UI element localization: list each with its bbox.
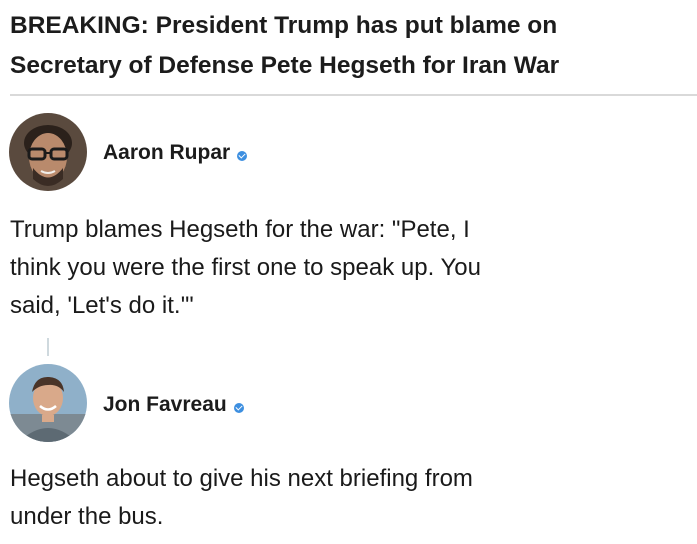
post-text: Hegseth about to give his next briefing …: [10, 460, 473, 536]
headline: BREAKING: President Trump has put blame …: [10, 6, 690, 86]
avatar-jon-favreau[interactable]: [9, 364, 87, 442]
avatar-aaron-rupar[interactable]: [9, 113, 87, 191]
post-text-line: under the bus.: [10, 503, 164, 530]
post-text-line: Hegseth about to give his next briefing …: [10, 465, 473, 492]
headline-line-2: Secretary of Defense Pete Hegseth for Ir…: [10, 52, 560, 79]
avatar-photo-icon: [9, 113, 87, 191]
post-text-line: Trump blames Hegseth for the war: "Pete,…: [10, 216, 470, 243]
thread-connector-line: [47, 338, 49, 356]
post-text-line: think you were the first one to speak up…: [10, 254, 481, 281]
post-text: Trump blames Hegseth for the war: "Pete,…: [10, 211, 481, 325]
author-name[interactable]: Jon Favreau: [103, 393, 227, 417]
headline-line-1: BREAKING: President Trump has put blame …: [10, 12, 558, 39]
verified-badge-icon: [237, 151, 248, 161]
author-name-aaron-rupar[interactable]: Aaron Rupar: [103, 141, 248, 165]
post-text-line: said, 'Let's do it.'": [10, 292, 194, 319]
divider: [10, 94, 697, 96]
avatar-photo-icon: [9, 364, 87, 442]
author-name-jon-favreau[interactable]: Jon Favreau: [103, 393, 244, 417]
verified-badge-icon: [233, 403, 244, 413]
author-name[interactable]: Aaron Rupar: [103, 141, 230, 165]
